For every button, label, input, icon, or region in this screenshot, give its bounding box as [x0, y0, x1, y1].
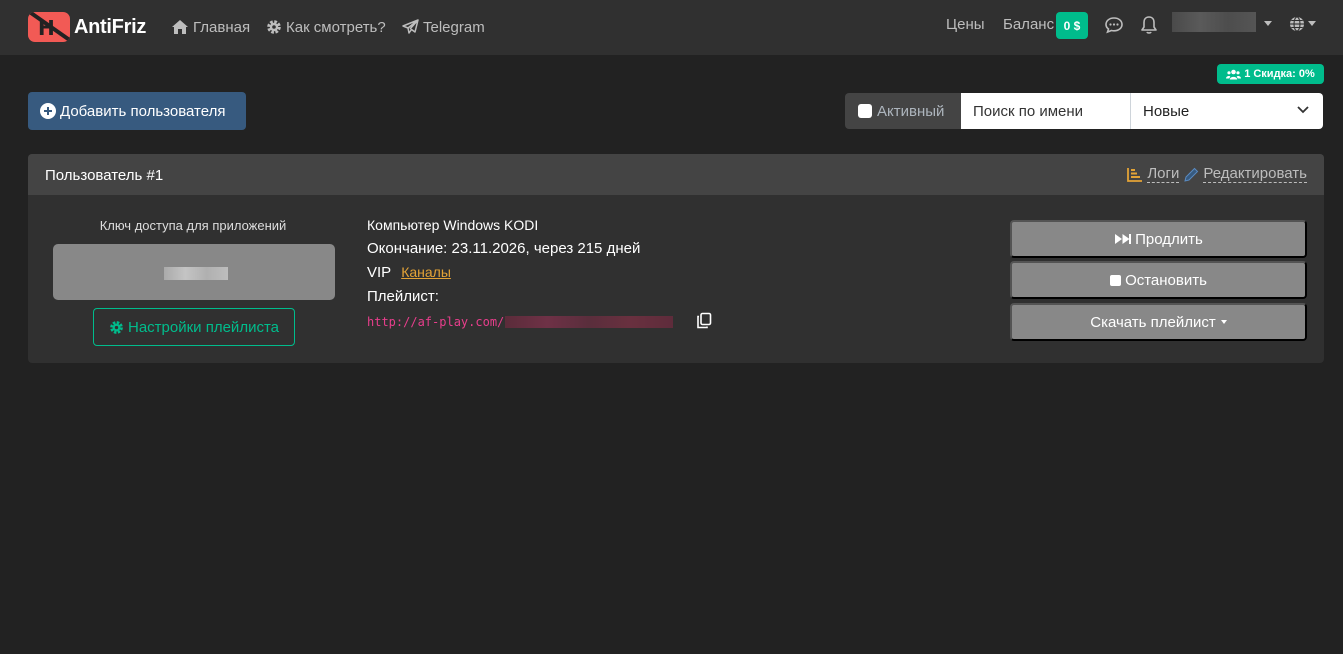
- download-playlist-button[interactable]: Скачать плейлист: [1010, 303, 1307, 341]
- gear-icon: [110, 320, 123, 334]
- filter-group: Активный Новые: [845, 93, 1323, 129]
- globe-icon[interactable]: [1289, 16, 1305, 32]
- edit-link[interactable]: Редактировать: [1203, 166, 1307, 183]
- balance-badge[interactable]: 0 $: [1056, 12, 1088, 39]
- nav-link-telegram[interactable]: Telegram: [402, 16, 485, 38]
- stop-button[interactable]: Остановить: [1010, 261, 1307, 299]
- chevron-down-icon[interactable]: [1264, 21, 1272, 26]
- balance-label: Баланс: [1003, 16, 1055, 33]
- user-menu[interactable]: [1172, 12, 1256, 32]
- brand-name: AntiFriz: [74, 15, 147, 38]
- chart-icon: [1127, 168, 1143, 182]
- playlist-settings-button[interactable]: Настройки плейлиста: [93, 308, 295, 346]
- add-user-button-label: Добавить пользователя: [60, 102, 226, 120]
- discount-badge: 1 Скидка: 0%: [1217, 64, 1324, 84]
- access-key-label: Ключ доступа для приложений: [99, 218, 287, 233]
- checkbox-icon[interactable]: [858, 104, 872, 118]
- playlist-settings-label: Настройки плейлиста: [128, 318, 279, 336]
- user-card-title: Пользователь #1: [45, 167, 164, 184]
- stop-button-label: Остановить: [1125, 271, 1207, 289]
- tier-label: VIP: [367, 264, 392, 281]
- logo-icon: H: [28, 12, 70, 42]
- access-key-box[interactable]: [53, 244, 335, 300]
- extend-button[interactable]: Продлить: [1010, 220, 1307, 258]
- nav-link-how-to-watch[interactable]: Как смотреть?: [266, 16, 386, 38]
- copy-icon[interactable]: [696, 312, 712, 329]
- active-filter-checkbox[interactable]: Активный: [845, 93, 961, 129]
- stop-icon: [1110, 274, 1122, 286]
- gear-icon: [267, 20, 281, 34]
- bell-icon[interactable]: [1140, 15, 1158, 35]
- chevron-down-icon[interactable]: [1308, 21, 1316, 26]
- fast-forward-icon: [1115, 234, 1132, 244]
- access-key-value: [164, 267, 228, 280]
- nav-link-home[interactable]: Главная: [171, 16, 250, 38]
- user-card-header: Пользователь #1 Логи Редактировать: [28, 154, 1324, 195]
- playlist-label: Плейлист:: [367, 288, 439, 305]
- paper-plane-icon: [402, 19, 419, 34]
- nav-link-label: Как смотреть?: [286, 18, 386, 36]
- pencil-icon: [1184, 167, 1199, 182]
- playlist-url[interactable]: http://af-play.com/: [367, 315, 674, 329]
- home-icon: [172, 20, 188, 34]
- nav-link-label: Telegram: [423, 18, 485, 36]
- channels-link[interactable]: Каналы: [401, 264, 451, 281]
- active-filter-label: Активный: [877, 102, 945, 120]
- search-by-name-input[interactable]: [961, 93, 1131, 129]
- brand-logo[interactable]: H AntiFriz: [28, 11, 146, 43]
- expiry-date: Окончание: 23.11.2026, через 215 дней: [367, 240, 641, 257]
- download-playlist-label: Скачать плейлист: [1090, 313, 1216, 331]
- nav-link-label: Главная: [193, 18, 251, 36]
- chat-icon[interactable]: [1104, 16, 1124, 34]
- navbar: H AntiFriz Главная Как смотреть? Telegra…: [0, 0, 1343, 55]
- device-type: Компьютер Windows KODI: [367, 217, 539, 233]
- chevron-down-icon: [1297, 106, 1309, 114]
- discount-badge-text: 1 Скидка: 0%: [1244, 68, 1315, 80]
- playlist-url-token: [505, 316, 674, 328]
- user-card: Пользователь #1 Логи Редактировать Ключ …: [28, 154, 1324, 363]
- logs-link[interactable]: Логи: [1147, 166, 1180, 183]
- sort-select[interactable]: Новые: [1131, 93, 1323, 129]
- sort-select-value: Новые: [1143, 102, 1190, 120]
- nav-link-prices[interactable]: Цены: [946, 16, 985, 33]
- user-card-actions: Логи Редактировать: [1127, 166, 1307, 183]
- users-icon: [1226, 69, 1242, 79]
- extend-button-label: Продлить: [1135, 230, 1203, 248]
- add-user-button[interactable]: Добавить пользователя: [28, 92, 246, 130]
- caret-down-icon: [1220, 320, 1227, 324]
- plus-circle-icon: [40, 103, 56, 119]
- playlist-url-text: http://af-play.com/: [367, 315, 505, 329]
- tier-row: VIP Каналы: [367, 264, 451, 281]
